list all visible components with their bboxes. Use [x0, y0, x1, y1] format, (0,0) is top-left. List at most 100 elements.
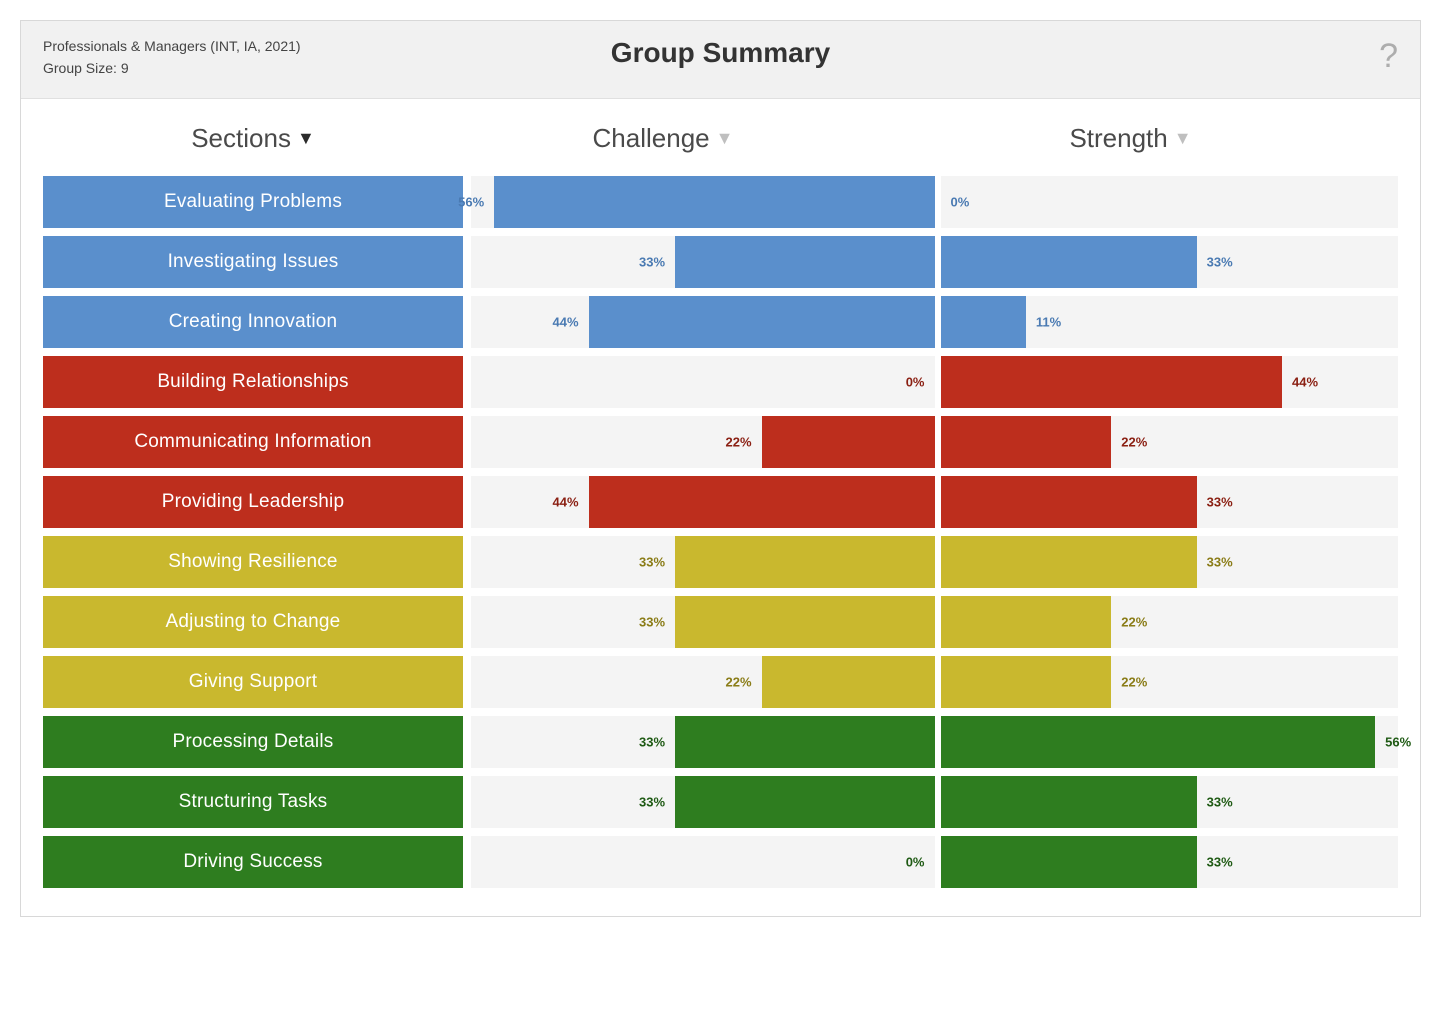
strength-value: 22% [1121, 614, 1147, 629]
challenge-half: 22% [471, 416, 935, 468]
panel-header: Professionals & Managers (INT, IA, 2021)… [21, 21, 1420, 99]
chart-row: Giving Support 22% 22% [43, 656, 1398, 708]
section-cell[interactable]: Creating Innovation [43, 296, 463, 348]
header-meta: Professionals & Managers (INT, IA, 2021)… [43, 35, 301, 80]
section-cell[interactable]: Giving Support [43, 656, 463, 708]
bars-cell: 22% 22% [471, 656, 1398, 708]
sort-sections[interactable]: Sections ▼ [43, 123, 463, 154]
challenge-bar [589, 476, 935, 528]
chart-row: Creating Innovation 44% 11% [43, 296, 1398, 348]
strength-bar [941, 836, 1197, 888]
section-cell[interactable]: Showing Resilience [43, 536, 463, 588]
sort-challenge[interactable]: Challenge ▼ [463, 123, 863, 154]
strength-bar [941, 776, 1197, 828]
strength-half: 33% [935, 536, 1399, 588]
chart-row: Adjusting to Change 33% 22% [43, 596, 1398, 648]
strength-half: 22% [935, 656, 1399, 708]
bars-cell: 33%56% [471, 716, 1398, 768]
chart-row: Driving Success 0% 33% [43, 836, 1398, 888]
chart-row: Structuring Tasks33%33% [43, 776, 1398, 828]
section-cell[interactable]: Driving Success [43, 836, 463, 888]
strength-half: 11% [935, 296, 1399, 348]
challenge-bar [762, 416, 935, 468]
triangle-down-icon: ▼ [297, 129, 315, 147]
strength-value: 44% [1292, 374, 1318, 389]
challenge-value: 33% [639, 554, 665, 569]
challenge-bar [675, 596, 934, 648]
bars-cell: 0% 33% [471, 836, 1398, 888]
section-cell[interactable]: Adjusting to Change [43, 596, 463, 648]
strength-bar [941, 476, 1197, 528]
strength-value: 0% [951, 194, 970, 209]
challenge-value: 44% [553, 314, 579, 329]
help-button[interactable]: ? [1379, 39, 1398, 73]
section-cell[interactable]: Evaluating Problems [43, 176, 463, 228]
bars-cell: 44% 11% [471, 296, 1398, 348]
strength-value: 33% [1207, 554, 1233, 569]
strength-bar [941, 416, 1112, 468]
strength-bar [941, 536, 1197, 588]
strength-half: 33% [935, 236, 1399, 288]
bars-cell: 44%33% [471, 476, 1398, 528]
challenge-bar [494, 176, 934, 228]
challenge-half: 33% [471, 236, 935, 288]
challenge-bar [675, 776, 934, 828]
challenge-value: 56% [458, 194, 484, 209]
chart-row: Investigating Issues 33% 33% [43, 236, 1398, 288]
strength-bar [941, 716, 1376, 768]
strength-half: 33% [935, 836, 1399, 888]
section-cell[interactable]: Processing Details [43, 716, 463, 768]
challenge-value: 22% [725, 434, 751, 449]
meta-line-2: Group Size: 9 [43, 57, 301, 79]
column-headers: Sections ▼ Challenge ▼ Strength ▼ [43, 123, 1398, 154]
section-cell[interactable]: Structuring Tasks [43, 776, 463, 828]
col-label-sections: Sections [191, 123, 291, 154]
section-cell[interactable]: Building Relationships [43, 356, 463, 408]
challenge-bar [762, 656, 935, 708]
strength-bar [941, 296, 1026, 348]
challenge-bar [675, 236, 934, 288]
strength-value: 56% [1385, 734, 1411, 749]
challenge-half: 33% [471, 716, 935, 768]
triangle-down-icon: ▼ [716, 129, 734, 147]
strength-bar [941, 596, 1112, 648]
strength-value: 11% [1036, 314, 1061, 329]
challenge-bar [675, 536, 934, 588]
bars-cell: 33% 33% [471, 236, 1398, 288]
chart-rows: Evaluating Problems56% 0% Investigating Is… [43, 176, 1398, 888]
challenge-value: 33% [639, 614, 665, 629]
section-cell[interactable]: Providing Leadership [43, 476, 463, 528]
triangle-down-icon: ▼ [1174, 129, 1192, 147]
question-mark-icon: ? [1379, 37, 1398, 75]
challenge-half: 22% [471, 656, 935, 708]
bars-cell: 33% 33% [471, 776, 1398, 828]
challenge-value: 22% [725, 674, 751, 689]
challenge-value: 33% [639, 254, 665, 269]
group-summary-panel: Professionals & Managers (INT, IA, 2021)… [20, 20, 1421, 917]
strength-half: 44% [935, 356, 1399, 408]
chart-row: Providing Leadership44%33% [43, 476, 1398, 528]
challenge-half: 33% [471, 776, 935, 828]
challenge-value: 0% [906, 374, 925, 389]
challenge-value: 0% [906, 854, 925, 869]
strength-value: 33% [1207, 854, 1233, 869]
strength-half: 33% [935, 776, 1399, 828]
strength-value: 33% [1207, 794, 1233, 809]
strength-value: 33% [1207, 254, 1233, 269]
challenge-bar [589, 296, 935, 348]
section-cell[interactable]: Investigating Issues [43, 236, 463, 288]
bars-cell: 0% 44% [471, 356, 1398, 408]
bars-cell: 33% 33% [471, 536, 1398, 588]
challenge-half: 33% [471, 596, 935, 648]
bars-cell: 33% 22% [471, 596, 1398, 648]
chart-row: Building Relationships 0% 44% [43, 356, 1398, 408]
content-area: Sections ▼ Challenge ▼ Strength ▼ Evalua… [21, 99, 1420, 916]
section-cell[interactable]: Communicating Information [43, 416, 463, 468]
sort-strength[interactable]: Strength ▼ [863, 123, 1398, 154]
strength-half: 22% [935, 416, 1399, 468]
challenge-half: 44% [471, 296, 935, 348]
strength-bar [941, 656, 1112, 708]
chart-row: Showing Resilience 33% 33% [43, 536, 1398, 588]
strength-value: 33% [1207, 494, 1233, 509]
col-label-challenge: Challenge [593, 123, 710, 154]
